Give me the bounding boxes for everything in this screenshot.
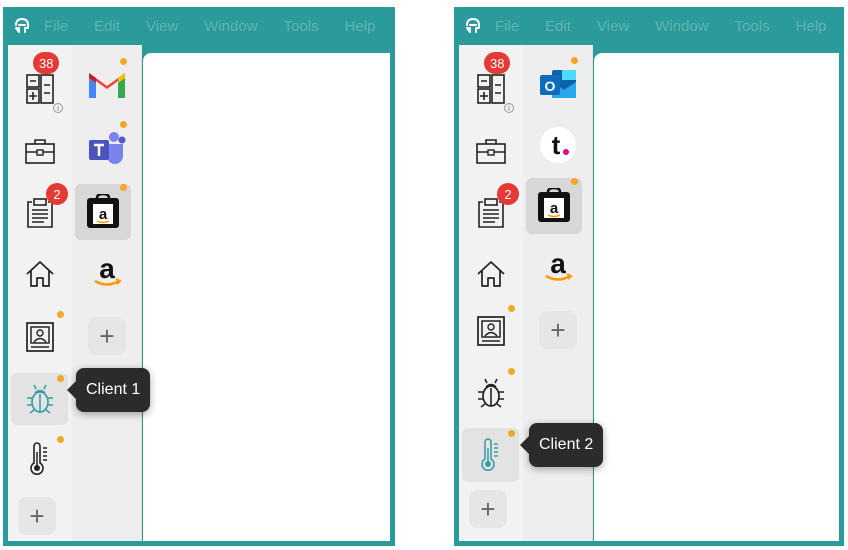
notification-badge-calculator: 38 (484, 52, 511, 74)
amazon-seller-icon: a (538, 188, 570, 222)
menu-window[interactable]: Window (204, 18, 257, 35)
gmail-icon (89, 73, 125, 98)
app-gmail[interactable] (80, 59, 134, 113)
app-outlook[interactable]: O (531, 57, 585, 111)
app-logo-icon[interactable] (463, 15, 483, 37)
t-icon: t (540, 127, 576, 163)
amazon-seller-icon: a (87, 194, 119, 228)
menu-file[interactable]: File (44, 18, 68, 35)
app-amazon[interactable]: a (80, 246, 134, 300)
workspace-briefcase[interactable] (14, 125, 66, 177)
status-dot (120, 184, 127, 191)
calculator-icon (477, 74, 505, 104)
workspace-client-card[interactable] (465, 305, 517, 357)
home-icon (477, 261, 505, 287)
calculator-icon (26, 74, 54, 104)
amazon-letter: a (550, 250, 566, 279)
workspace-home[interactable] (14, 248, 66, 300)
add-app-button[interactable]: + (539, 311, 577, 349)
workspace-tooltip: Client 2 (519, 423, 604, 467)
status-dot (508, 305, 515, 312)
thermometer-icon (480, 438, 498, 471)
status-dot (508, 430, 515, 437)
menu-help[interactable]: Help (345, 18, 376, 35)
status-dot (57, 311, 64, 318)
bug-icon (478, 378, 504, 408)
briefcase-icon (25, 139, 55, 164)
briefcase-icon (476, 139, 506, 164)
status-dot (571, 57, 578, 64)
status-dot (120, 121, 127, 128)
app-sidebar: a a + (72, 45, 142, 541)
app-tonic[interactable]: t (531, 118, 585, 172)
notification-badge-calculator: 38 (33, 52, 60, 74)
app-window-client-1: File Edit View Window Tools Help 38 i 2 (3, 7, 395, 546)
amazon-icon: a (94, 255, 122, 286)
outlook-icon: O (540, 70, 576, 98)
workspace-home[interactable] (465, 248, 517, 300)
seller-letter: a (99, 206, 108, 223)
teams-icon (89, 132, 126, 164)
app-amazon-seller[interactable]: a (526, 178, 582, 234)
app-logo-icon[interactable] (12, 15, 32, 37)
status-dot (571, 178, 578, 185)
amazon-icon: a (545, 250, 573, 281)
t-letter: t (552, 130, 561, 160)
app-amazon-seller[interactable]: a (75, 184, 131, 240)
home-icon (26, 261, 54, 287)
add-workspace-button[interactable]: + (18, 497, 56, 535)
workspace-tooltip: Client 1 (66, 368, 151, 412)
workspace-bug[interactable] (465, 367, 517, 419)
menu-view[interactable]: View (146, 18, 178, 35)
content-area[interactable] (594, 53, 839, 541)
status-dot (120, 58, 127, 65)
id-card-icon (26, 322, 54, 352)
app-teams[interactable] (80, 121, 134, 175)
menu-tools[interactable]: Tools (284, 18, 319, 35)
info-icon: i (53, 103, 63, 113)
amazon-letter: a (99, 255, 115, 284)
thermometer-icon (30, 442, 47, 475)
status-dot (57, 436, 64, 443)
workspace-briefcase[interactable] (465, 125, 517, 177)
menu-help[interactable]: Help (796, 18, 827, 35)
info-icon: i (504, 103, 514, 113)
menu-window[interactable]: Window (655, 18, 708, 35)
add-workspace-button[interactable]: + (469, 490, 507, 528)
menu-edit[interactable]: Edit (94, 18, 120, 35)
app-amazon[interactable]: a (531, 241, 585, 295)
id-card-icon (477, 316, 505, 346)
status-dot (57, 375, 64, 382)
status-dot (508, 368, 515, 375)
menu-tools[interactable]: Tools (735, 18, 770, 35)
workspace-sidebar: 38 i 2 + (8, 45, 72, 541)
bug-icon (26, 384, 53, 414)
notification-badge-clipboard: 2 (46, 183, 68, 205)
app-window-client-2: File Edit View Window Tools Help 38 i 2 (454, 7, 844, 546)
notification-badge-clipboard: 2 (497, 183, 519, 205)
add-app-button[interactable]: + (88, 317, 126, 355)
menu-file[interactable]: File (495, 18, 519, 35)
outlook-letter: O (545, 78, 556, 94)
title-bar: File Edit View Window Tools Help (3, 7, 395, 45)
workspace-sidebar: 38 i 2 + (459, 45, 523, 541)
menu-view[interactable]: View (597, 18, 629, 35)
title-bar: File Edit View Window Tools Help (454, 7, 844, 45)
seller-letter: a (550, 200, 559, 217)
workspace-client-card[interactable] (14, 311, 66, 363)
menu-edit[interactable]: Edit (545, 18, 571, 35)
content-area[interactable] (143, 53, 390, 541)
